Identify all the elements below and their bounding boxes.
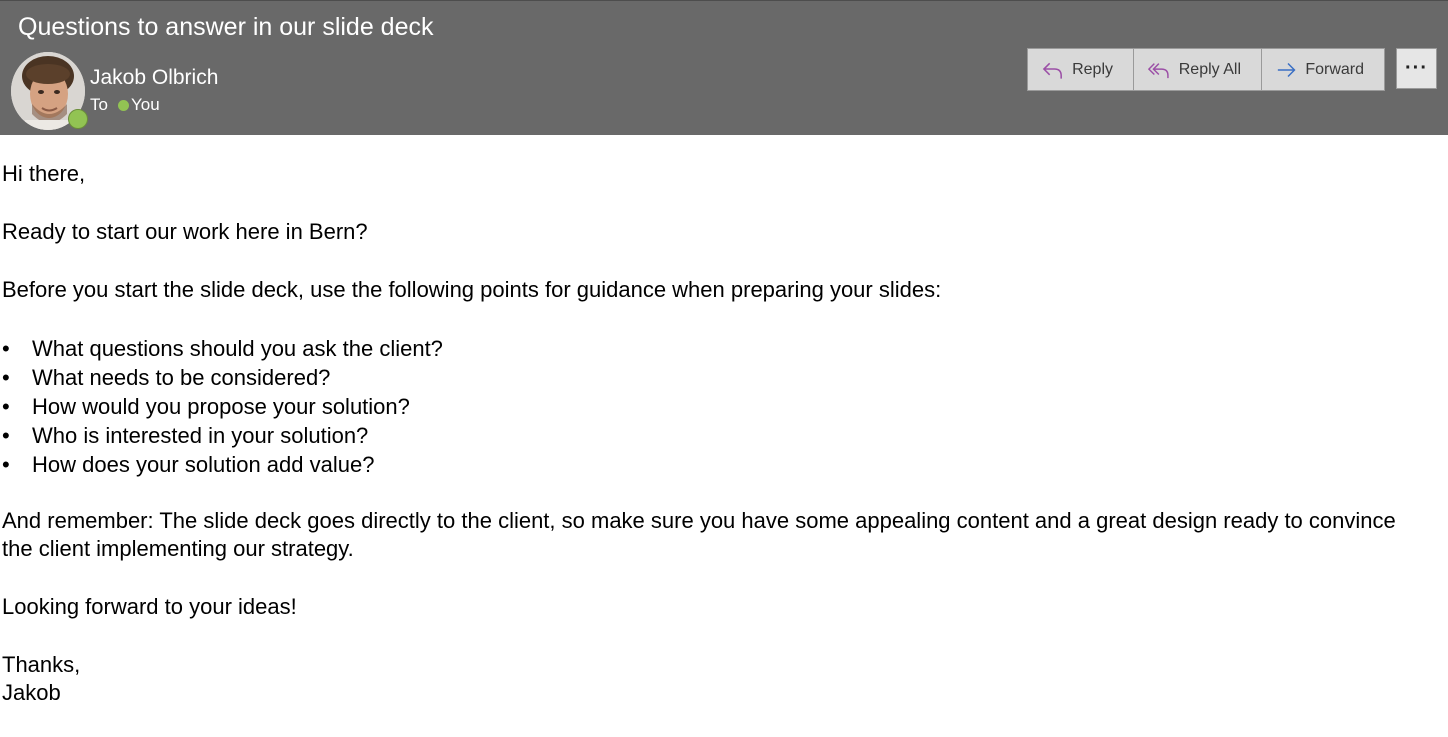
list-item: • How does your solution add value? (2, 450, 1427, 479)
list-item: • What questions should you ask the clien… (2, 334, 1427, 363)
message-actions: Reply Reply All Forward (1027, 48, 1385, 91)
list-item-text: How would you propose your solution? (32, 394, 410, 419)
reply-all-arrow-icon (1148, 62, 1169, 78)
forward-label: Forward (1305, 60, 1364, 78)
more-actions-button[interactable]: ··· (1396, 48, 1437, 89)
reply-all-button[interactable]: Reply All (1134, 49, 1262, 90)
guidance-list: • What questions should you ask the clien… (2, 334, 1427, 479)
list-item: • Who is interested in your solution? (2, 421, 1427, 450)
recipient-presence-icon (117, 99, 129, 111)
email-subject: Questions to answer in our slide deck (18, 13, 434, 41)
to-label: To (90, 95, 108, 114)
list-item-text: How does your solution add value? (32, 452, 375, 477)
more-icon: ··· (1405, 57, 1428, 79)
presence-available-icon (68, 109, 88, 129)
email-header: Questions to answer in our slide deck Ja… (0, 0, 1448, 135)
reply-button[interactable]: Reply (1028, 49, 1134, 90)
list-item: • How would you propose your solution? (2, 392, 1427, 421)
guidance-line: Before you start the slide deck, use the… (2, 277, 942, 302)
reply-all-label: Reply All (1178, 60, 1241, 78)
list-item-text: Who is interested in your solution? (32, 423, 369, 448)
bullet-icon: • (2, 423, 10, 448)
bullet-icon: • (2, 336, 10, 361)
recipient-name[interactable]: You (131, 95, 160, 115)
signature: Jakob (2, 680, 61, 705)
list-item-text: What questions should you ask the client… (32, 336, 443, 361)
reply-arrow-icon (1042, 62, 1062, 79)
sender-name[interactable]: Jakob Olbrich (90, 66, 218, 90)
reply-label: Reply (1072, 60, 1113, 78)
bullet-icon: • (2, 394, 10, 419)
intro-line: Ready to start our work here in Bern? (2, 219, 368, 244)
forward-arrow-icon (1277, 62, 1296, 77)
signoff: Thanks, (2, 652, 81, 677)
list-item: • What needs to be considered? (2, 363, 1427, 392)
bullet-icon: • (2, 452, 10, 477)
closing-line: Looking forward to your ideas! (2, 594, 297, 619)
greeting: Hi there, (2, 161, 86, 186)
message-body: Hi there, Ready to start our work here i… (2, 160, 1427, 737)
reminder-paragraph: And remember: The slide deck goes direct… (2, 508, 1396, 561)
bullet-icon: • (2, 365, 10, 390)
forward-button[interactable]: Forward (1262, 49, 1384, 90)
recipient-line: To You (90, 95, 160, 115)
list-item-text: What needs to be considered? (32, 365, 331, 390)
